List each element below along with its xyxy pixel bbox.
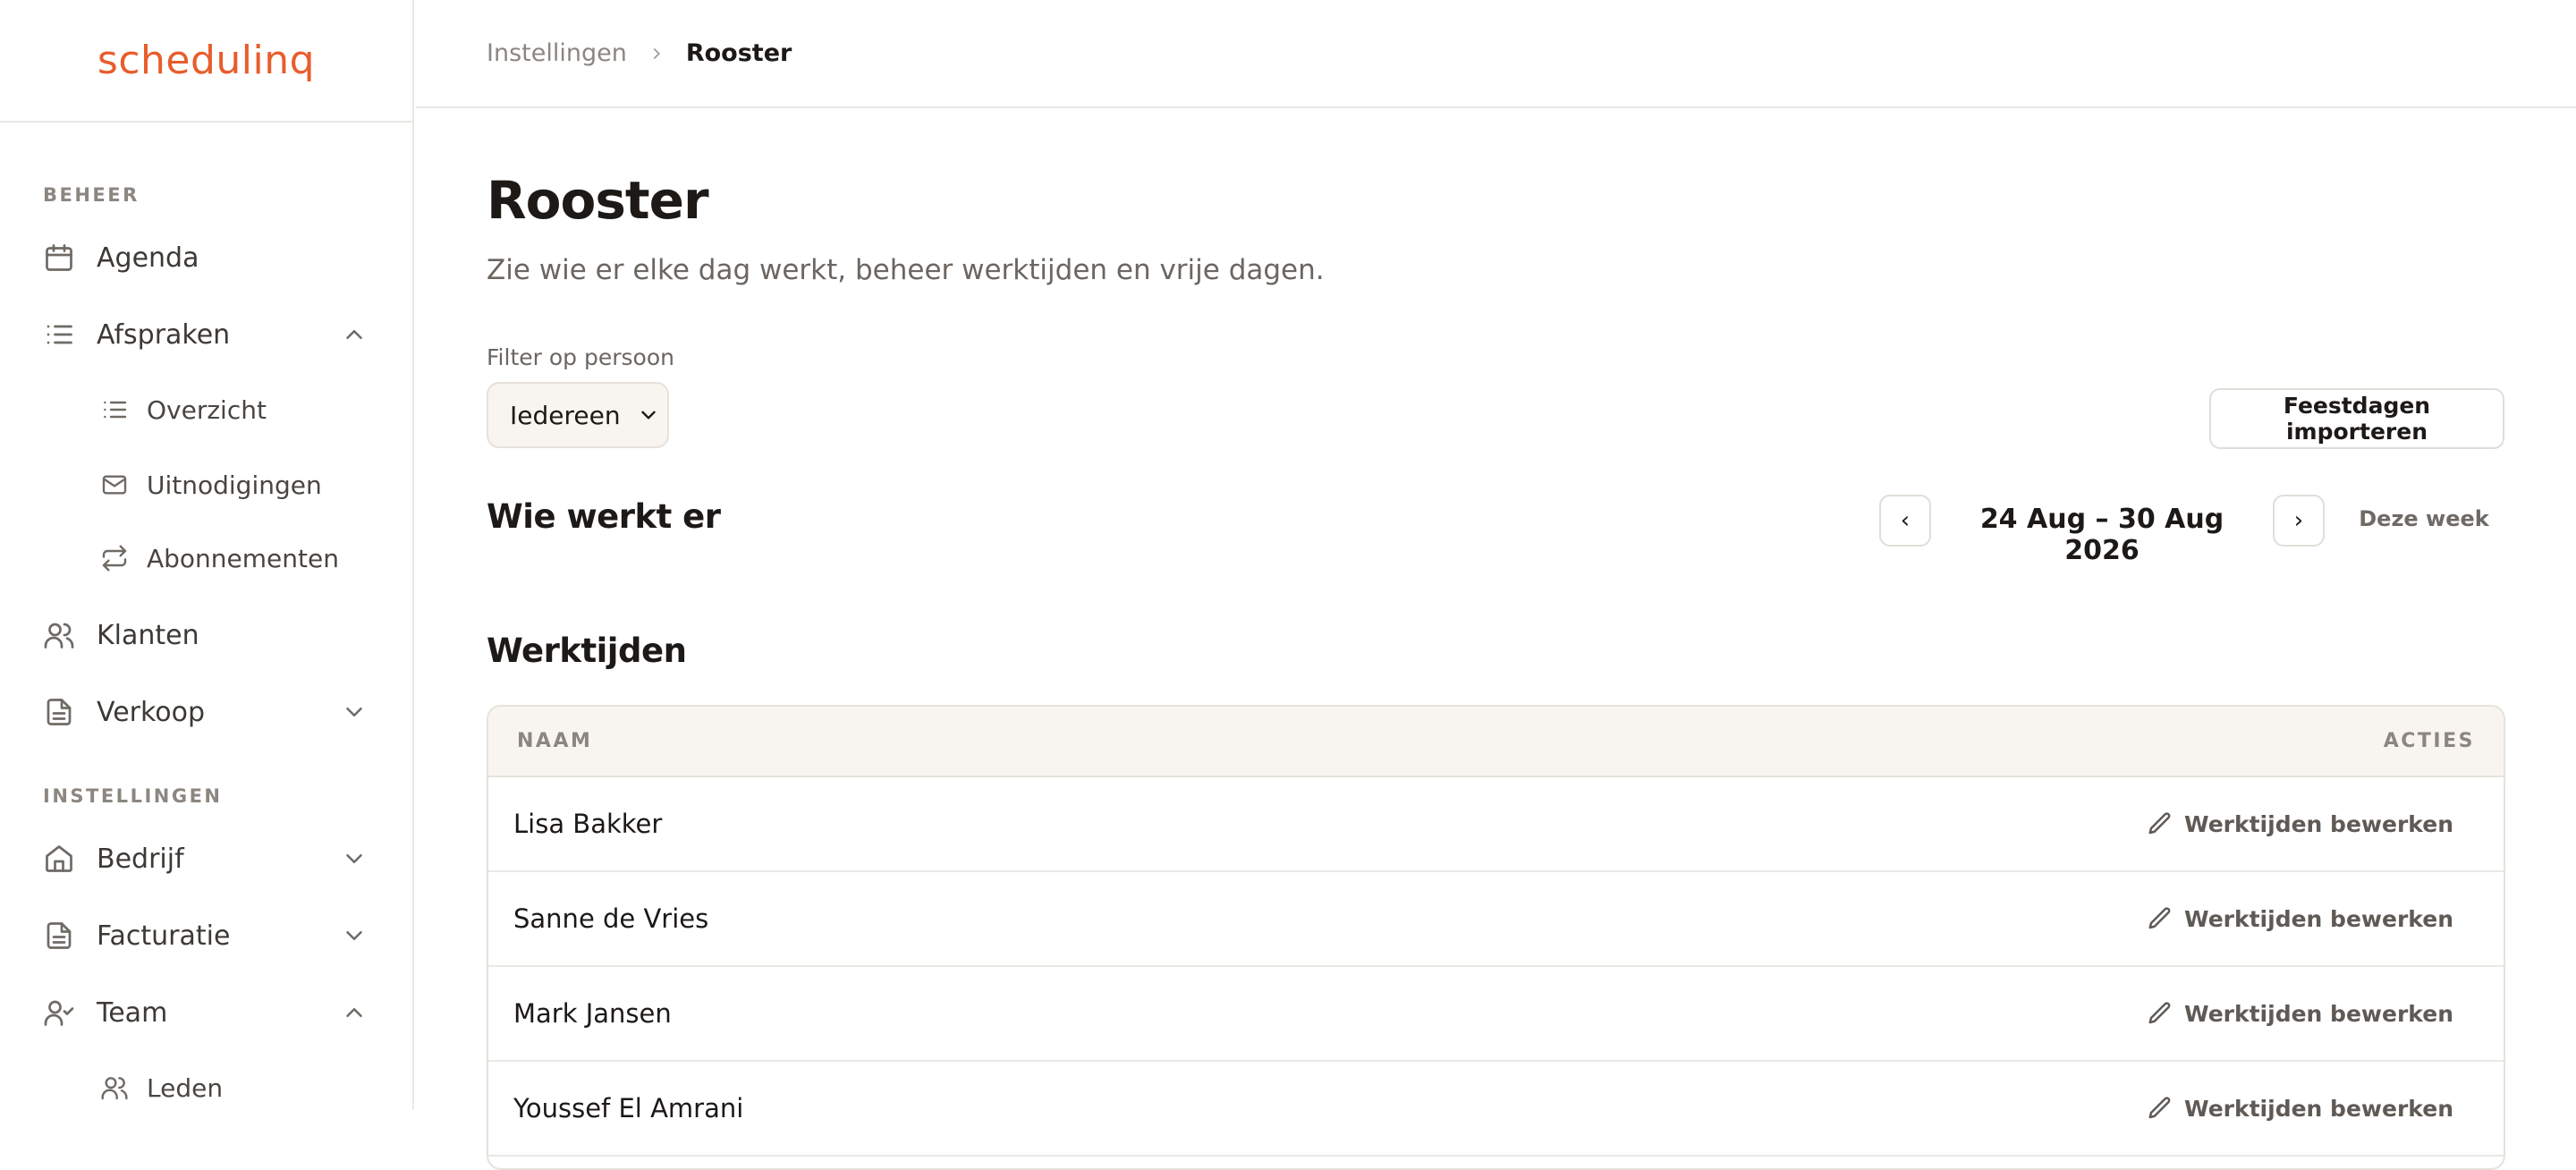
worktimes-table: NAAM ACTIES Lisa Bakker Werktijden bewer…	[487, 705, 2505, 1170]
sidebar-item-label: Uitnodigingen	[147, 470, 322, 500]
sidebar-item-label: Verkoop	[97, 696, 206, 728]
breadcrumb: Instellingen Rooster	[416, 0, 2576, 108]
sidebar-item-label: Agenda	[97, 242, 199, 274]
sidebar-item-bedrijf[interactable]: Bedrijf	[41, 832, 377, 886]
sidebar-item-label: Bedrijf	[97, 843, 184, 875]
pencil-icon	[2147, 810, 2174, 837]
pencil-icon	[2147, 1095, 2174, 1122]
home-icon	[41, 841, 77, 877]
person-filter-value: Iedereen	[510, 400, 621, 430]
row-name: Youssef El Amrani	[513, 1093, 744, 1123]
page-title: Rooster	[487, 170, 709, 231]
sidebar-item-label: Overzicht	[147, 394, 267, 425]
repeat-icon	[97, 540, 132, 576]
column-header-actions: ACTIES	[2383, 730, 2475, 752]
row-name: Mark Jansen	[513, 998, 672, 1029]
previous-week-button[interactable]: ‹	[1879, 495, 1931, 547]
sidebar-item-klanten[interactable]: Klanten	[41, 608, 377, 662]
brand-logo[interactable]: schedulinq	[97, 38, 315, 83]
breadcrumb-current: Rooster	[685, 39, 792, 67]
edit-worktimes-label: Werktijden bewerken	[2184, 810, 2453, 837]
this-week-button[interactable]: Deze week	[2343, 506, 2504, 531]
file-icon	[41, 694, 77, 730]
sidebar-item-label: Team	[97, 996, 168, 1029]
sidebar-item-afspraken[interactable]: Afspraken	[41, 308, 377, 361]
mail-icon	[97, 467, 132, 503]
table-row: Sanne de Vries Werktijden bewerken	[488, 872, 2504, 967]
chevron-down-icon	[637, 403, 660, 427]
sidebar-item-label: Abonnementen	[147, 543, 339, 573]
worktimes-title: Werktijden	[487, 632, 687, 670]
sidebar-item-team[interactable]: Team	[41, 986, 377, 1039]
pencil-icon	[2147, 905, 2174, 932]
sidebar-item-abonnementen[interactable]: Abonnementen	[97, 531, 377, 585]
edit-worktimes-button[interactable]: Werktijden bewerken	[2147, 905, 2453, 932]
table-row: Mark Jansen Werktijden bewerken	[488, 967, 2504, 1062]
sidebar-item-verkoop[interactable]: Verkoop	[41, 685, 377, 739]
list-icon	[41, 317, 77, 352]
page-subtitle: Zie wie er elke dag werkt, beheer werkti…	[487, 254, 1325, 286]
section-label-instellingen: INSTELLINGEN	[43, 785, 223, 807]
sidebar-item-label: Leden	[147, 1072, 224, 1103]
sidebar-item-label: Klanten	[97, 619, 199, 651]
sidebar-item-label: Afspraken	[97, 318, 231, 351]
row-name: Sanne de Vries	[513, 903, 709, 934]
users-icon	[41, 617, 77, 653]
who-works-title: Wie werkt er	[487, 497, 721, 536]
edit-worktimes-label: Werktijden bewerken	[2184, 1095, 2453, 1122]
chevron-up-icon[interactable]	[341, 321, 368, 348]
users-icon	[97, 1070, 132, 1106]
table-header: NAAM ACTIES	[488, 707, 2504, 777]
chevron-down-icon[interactable]	[341, 699, 368, 725]
week-range-label: 24 Aug – 30 Aug 2026	[1979, 504, 2224, 566]
section-label-beheer: BEHEER	[43, 184, 140, 206]
sidebar-item-uitnodigingen[interactable]: Uitnodigingen	[97, 458, 377, 512]
sidebar-item-agenda[interactable]: Agenda	[41, 231, 377, 284]
sidebar-item-facturatie[interactable]: Facturatie	[41, 909, 377, 962]
import-holidays-button[interactable]: Feestdagen importeren	[2209, 388, 2504, 449]
chevron-up-icon[interactable]	[341, 999, 368, 1026]
person-filter-select[interactable]: Iedereen	[487, 382, 669, 448]
sidebar-item-label: Facturatie	[97, 920, 231, 952]
table-row: Lisa Bakker Werktijden bewerken	[488, 777, 2504, 872]
user-check-icon	[41, 995, 77, 1030]
edit-worktimes-button[interactable]: Werktijden bewerken	[2147, 810, 2453, 837]
chevron-down-icon[interactable]	[341, 922, 368, 949]
sidebar-item-leden[interactable]: Leden	[97, 1061, 377, 1115]
breadcrumb-parent[interactable]: Instellingen	[487, 39, 627, 67]
brand-header: schedulinq	[0, 0, 412, 123]
filter-label: Filter op persoon	[487, 344, 674, 370]
next-week-button[interactable]: ›	[2273, 495, 2325, 547]
file-icon	[41, 918, 77, 954]
column-header-name: NAAM	[517, 730, 593, 752]
calendar-icon	[41, 240, 77, 276]
sidebar-item-overzicht[interactable]: Overzicht	[97, 383, 377, 437]
list-icon	[97, 392, 132, 428]
edit-worktimes-label: Werktijden bewerken	[2184, 905, 2453, 932]
sidebar: schedulinq BEHEER Agenda Afspraken Overz…	[0, 0, 414, 1109]
chevron-right-icon	[647, 44, 666, 64]
edit-worktimes-button[interactable]: Werktijden bewerken	[2147, 1095, 2453, 1122]
edit-worktimes-button[interactable]: Werktijden bewerken	[2147, 1000, 2453, 1027]
edit-worktimes-label: Werktijden bewerken	[2184, 1000, 2453, 1027]
pencil-icon	[2147, 1000, 2174, 1027]
row-name: Lisa Bakker	[513, 809, 663, 839]
table-row: Youssef El Amrani Werktijden bewerken	[488, 1062, 2504, 1157]
chevron-down-icon[interactable]	[341, 845, 368, 872]
